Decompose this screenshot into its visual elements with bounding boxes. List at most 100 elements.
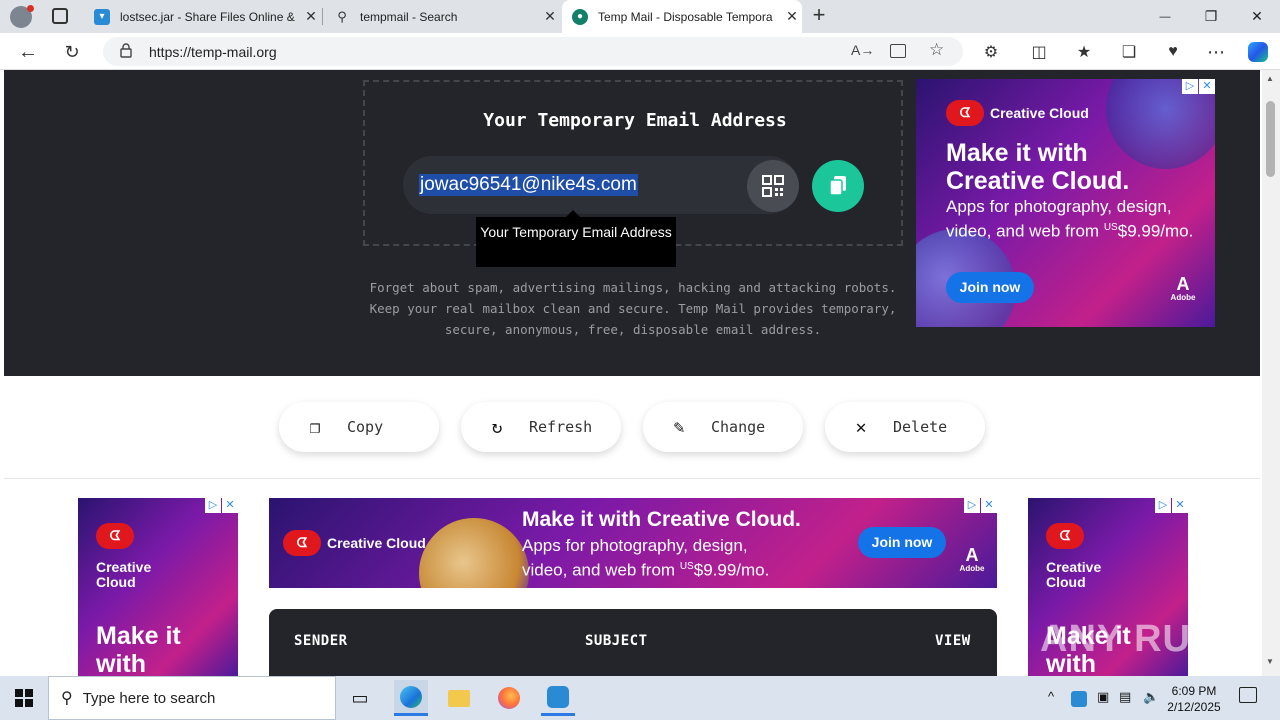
email-tooltip: Your Temporary Email Address xyxy=(476,210,676,267)
qr-code-icon xyxy=(762,175,784,197)
network-icon[interactable]: ▤ xyxy=(1119,689,1131,705)
temp-mail-favicon-icon: ● xyxy=(572,8,588,25)
adchoices-icon[interactable]: ▷ xyxy=(964,498,980,513)
collections-icon[interactable]: ❏ xyxy=(1116,39,1142,65)
tray-chevron-icon[interactable]: ^ xyxy=(1048,689,1054,704)
adchoices-icon[interactable]: ▷ xyxy=(1182,79,1198,94)
adchoices-icon[interactable]: ▷ xyxy=(205,498,221,513)
ad-body: Apps for photography, design, video, and… xyxy=(946,197,1194,241)
ad-brand: Creative Cloud xyxy=(96,559,152,590)
notification-dot-icon xyxy=(27,5,34,12)
ad-close-icon[interactable]: ✕ xyxy=(1199,79,1215,94)
page-viewport: Your Temporary Email Address jowac96541@… xyxy=(4,70,1260,676)
qr-code-button[interactable] xyxy=(747,160,799,212)
clock-date: 2/12/2025 xyxy=(1167,700,1221,714)
ad-headline: Make it with Creative Cloud. xyxy=(946,139,1130,195)
app-taskbar-icon[interactable] xyxy=(541,680,575,716)
tray-app-icon[interactable] xyxy=(1071,691,1087,707)
lock-icon[interactable] xyxy=(120,43,132,58)
ad-join-now-button[interactable]: Join now xyxy=(858,527,946,558)
delete-button[interactable]: ✕ Delete xyxy=(825,402,985,452)
adobe-logo-icon: A Adobe xyxy=(1170,274,1196,302)
vertical-scrollbar[interactable]: ▲ ▼ xyxy=(1262,70,1280,676)
scroll-down-icon[interactable]: ▼ xyxy=(1266,657,1274,666)
new-tab-button[interactable]: + xyxy=(808,3,830,29)
windows-start-icon[interactable] xyxy=(8,682,40,714)
creative-cloud-logo-icon: ᗧ xyxy=(946,100,984,126)
ad-banner-left[interactable]: ▷ ✕ ᗧ Creative Cloud Make it with xyxy=(78,498,238,676)
minimize-button[interactable]: — xyxy=(1142,0,1188,33)
file-explorer-icon[interactable] xyxy=(443,682,475,714)
more-menu-icon[interactable]: ⋯ xyxy=(1203,39,1229,65)
ad-close-icon[interactable]: ✕ xyxy=(222,498,238,513)
column-header-sender: SENDER xyxy=(294,633,348,649)
tab-title: lostsec.jar - Share Files Online & xyxy=(120,9,295,24)
hero-description: Forget about spam, advertising mailings,… xyxy=(369,280,897,337)
maximize-button[interactable]: ❐ xyxy=(1188,0,1234,33)
creative-cloud-logo-icon: ᗧ xyxy=(1046,523,1084,549)
email-field[interactable]: jowac96541@nike4s.com xyxy=(403,156,798,214)
split-screen-icon[interactable]: ◫ xyxy=(1026,39,1052,65)
back-icon[interactable]: ← xyxy=(15,39,41,65)
lostsec-favicon-icon: ▾ xyxy=(94,8,110,25)
address-bar[interactable]: https://temp-mail.org A→ ☆ xyxy=(103,37,963,66)
firefox-icon[interactable] xyxy=(493,682,525,714)
close-tab-icon[interactable]: ✕ xyxy=(301,8,321,25)
ad-headline: Make it with Creative Cloud. xyxy=(522,508,801,531)
copy-icon: ❐ xyxy=(309,416,321,438)
tab-lostsec[interactable]: ▾ lostsec.jar - Share Files Online & ✕ xyxy=(84,0,321,33)
adchoices-icon[interactable]: ▷ xyxy=(1155,498,1171,513)
change-button[interactable]: ✎ Change xyxy=(643,402,803,452)
copy-email-button[interactable] xyxy=(812,160,864,212)
edit-icon: ✎ xyxy=(673,416,685,438)
close-icon: ✕ xyxy=(855,416,867,438)
taskbar-search-box[interactable]: ⚲ Type here to search xyxy=(48,676,336,720)
tab-title: Temp Mail - Disposable Tempora xyxy=(598,9,773,24)
clock-time: 6:09 PM xyxy=(1171,684,1217,698)
copy-button[interactable]: ❐ Copy xyxy=(279,402,439,452)
tab-temp-mail[interactable]: ● Temp Mail - Disposable Tempora ✕ xyxy=(562,0,802,33)
ad-brand: Creative Cloud xyxy=(990,105,1089,121)
ad-close-controls[interactable]: ▷ ✕ xyxy=(1181,79,1215,94)
scroll-up-icon[interactable]: ▲ xyxy=(1266,74,1274,83)
column-header-view: VIEW xyxy=(935,633,971,649)
refresh-button[interactable]: ↻ Refresh xyxy=(461,402,621,452)
extensions-icon[interactable]: ⚙ xyxy=(978,39,1004,65)
ad-banner-top-right[interactable]: ▷ ✕ ᗧ Creative Cloud Make it with Creativ… xyxy=(916,79,1215,327)
hero-title: Your Temporary Email Address xyxy=(483,110,787,131)
ad-close-icon[interactable]: ✕ xyxy=(1172,498,1188,513)
url-text[interactable]: https://temp-mail.org xyxy=(149,44,277,60)
ad-close-icon[interactable]: ✕ xyxy=(981,498,997,513)
tab-actions-icon[interactable] xyxy=(52,8,68,24)
ad-close-controls[interactable]: ▷ ✕ xyxy=(963,498,997,513)
creative-cloud-logo-icon: ᗧ xyxy=(96,523,134,549)
refresh-icon: ↻ xyxy=(491,416,503,438)
close-tab-icon[interactable]: ✕ xyxy=(782,8,802,25)
favorites-icon[interactable]: ★ xyxy=(1071,39,1097,65)
email-address[interactable]: jowac96541@nike4s.com xyxy=(419,174,638,196)
volume-icon[interactable]: 🔈 xyxy=(1143,689,1159,705)
taskbar: ⚲ Type here to search ▭ ^ ▣ ▤ 🔈 6:09 PM … xyxy=(0,676,1280,720)
favorite-star-icon[interactable]: ☆ xyxy=(929,40,944,60)
scrollbar-thumb[interactable] xyxy=(1266,101,1275,177)
tray-device-icon[interactable]: ▣ xyxy=(1097,689,1109,705)
ad-close-controls[interactable]: ▷ ✕ xyxy=(1154,498,1188,513)
copilot-icon[interactable] xyxy=(1245,39,1271,65)
ad-banner-center[interactable]: ▷ ✕ ᗧ Creative Cloud Make it with Creativ… xyxy=(269,498,997,588)
reload-icon[interactable]: ↻ xyxy=(59,39,85,65)
system-clock[interactable]: 6:09 PM 2/12/2025 xyxy=(1160,683,1228,715)
ad-join-now-button[interactable]: Join now xyxy=(946,272,1034,303)
close-window-button[interactable]: ✕ xyxy=(1234,0,1280,33)
close-tab-icon[interactable]: ✕ xyxy=(540,8,560,25)
ad-close-controls[interactable]: ▷ ✕ xyxy=(204,498,238,513)
notification-center-icon[interactable] xyxy=(1239,687,1257,703)
read-aloud-icon[interactable]: A→ xyxy=(851,42,874,58)
browser-essentials-icon[interactable]: ♥ xyxy=(1160,39,1186,65)
tab-tempmail-search[interactable]: ⚲ tempmail - Search ✕ xyxy=(324,0,560,33)
inbox-table: SENDER SUBJECT VIEW xyxy=(269,609,997,676)
task-view-icon[interactable]: ▭ xyxy=(344,682,376,714)
edge-taskbar-icon[interactable] xyxy=(394,680,428,716)
ad-brand: Creative Cloud xyxy=(327,535,426,551)
taskbar-search-placeholder[interactable]: Type here to search xyxy=(83,690,216,707)
immersive-reader-icon[interactable] xyxy=(890,44,906,58)
